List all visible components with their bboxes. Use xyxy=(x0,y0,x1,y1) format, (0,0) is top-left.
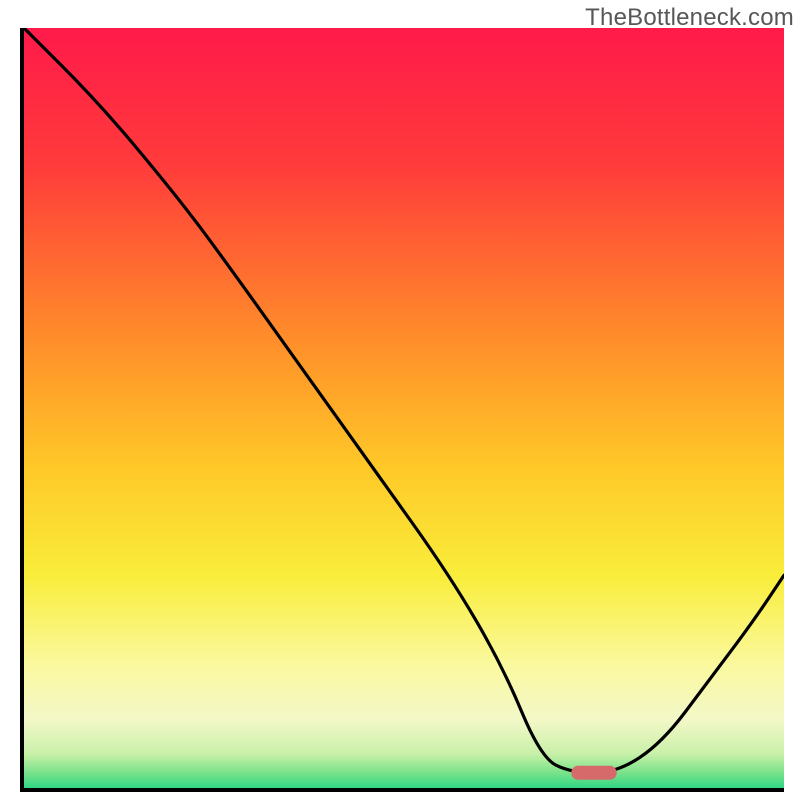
curve-overlay xyxy=(24,28,784,788)
chart-container: TheBottleneck.com xyxy=(0,0,800,800)
optimal-marker xyxy=(571,766,617,780)
bottleneck-curve xyxy=(24,28,784,773)
plot-area xyxy=(20,28,784,792)
